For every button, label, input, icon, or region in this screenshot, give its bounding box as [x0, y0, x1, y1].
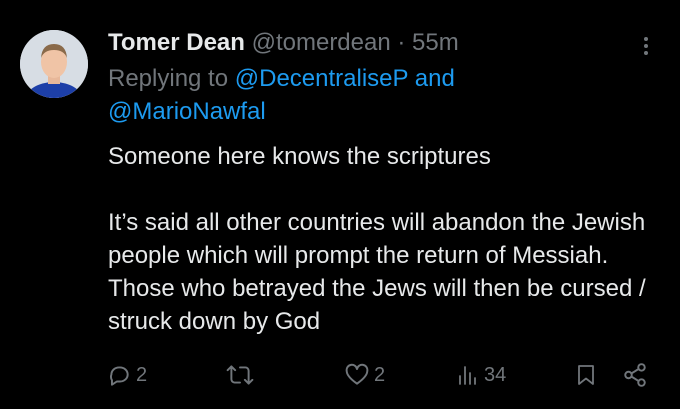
mention-link[interactable]: @DecentraliseP	[235, 65, 408, 92]
reply-count: 2	[136, 363, 148, 386]
reply-button[interactable]: 2	[106, 358, 147, 392]
tweet-paragraph: Someone here knows the scriptures	[108, 143, 491, 170]
like-icon	[344, 362, 370, 388]
action-bar: 2 2 34	[0, 358, 680, 392]
views-icon	[456, 362, 480, 388]
views-count: 34	[484, 363, 507, 386]
tweet-header: Tomer Dean @tomerdean · 55m	[108, 28, 459, 58]
author-name[interactable]: Tomer Dean	[108, 29, 245, 56]
like-button[interactable]: 2	[344, 358, 385, 392]
bookmark-icon	[574, 362, 598, 388]
mention-link[interactable]: @MarioNawfal	[108, 98, 266, 125]
retweet-button[interactable]	[226, 358, 258, 392]
views-button[interactable]: 34	[456, 358, 506, 392]
header-separator: ·	[397, 29, 406, 56]
mention-conjunction: and	[414, 65, 455, 92]
timestamp[interactable]: 55m	[412, 29, 459, 56]
tweet-text: Someone here knows the scriptures It’s s…	[108, 140, 648, 338]
share-button[interactable]	[622, 358, 648, 392]
share-icon	[622, 362, 648, 388]
bookmark-button[interactable]	[574, 358, 598, 392]
more-icon[interactable]	[634, 34, 658, 58]
tweet-card[interactable]: Tomer Dean @tomerdean · 55m Replying to …	[0, 0, 680, 409]
retweet-icon	[226, 362, 254, 388]
tweet-paragraph: It’s said all other countries will aband…	[108, 209, 646, 335]
replying-prefix: Replying to	[108, 65, 229, 92]
like-count: 2	[374, 363, 386, 386]
reply-icon	[106, 362, 132, 388]
avatar[interactable]	[20, 30, 88, 98]
author-handle[interactable]: @tomerdean	[252, 29, 391, 56]
replying-to: Replying to @DecentraliseP and @MarioNaw…	[108, 62, 628, 128]
